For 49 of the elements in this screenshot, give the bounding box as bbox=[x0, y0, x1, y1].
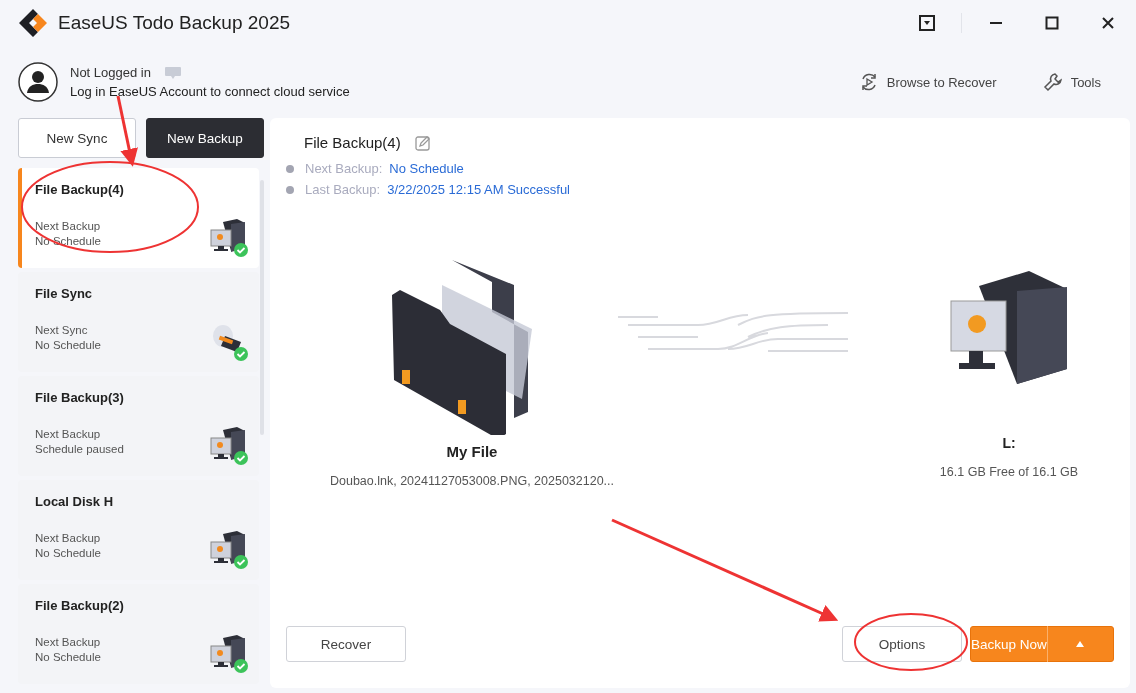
schedule-label: Next Backup bbox=[35, 219, 102, 234]
computer-icon bbox=[209, 426, 249, 466]
info-label: Last Backup: bbox=[305, 182, 381, 197]
tools-button[interactable]: Tools bbox=[1042, 72, 1101, 92]
source-name: My File bbox=[446, 443, 498, 460]
close-icon[interactable] bbox=[1101, 16, 1115, 30]
recover-button[interactable]: Recover bbox=[286, 626, 406, 662]
wrench-icon bbox=[1042, 72, 1063, 92]
app-logo-icon bbox=[18, 8, 48, 38]
computer-icon bbox=[209, 530, 249, 570]
annotation-arrow bbox=[116, 95, 138, 167]
caret-icon[interactable] bbox=[1075, 640, 1086, 648]
source-files: Doubao.lnk, 20241127053008.PNG, 2025032120... bbox=[330, 474, 614, 488]
bullet-icon bbox=[286, 164, 294, 173]
schedule-status: No Schedule bbox=[35, 234, 102, 249]
avatar-icon[interactable] bbox=[18, 62, 58, 102]
target-space: 16.1 GB Free of 16.1 GB bbox=[939, 465, 1079, 479]
target-name: L: bbox=[1002, 435, 1016, 451]
task-title: Local Disk H bbox=[35, 494, 115, 509]
new-backup-button[interactable]: New Backup bbox=[146, 118, 264, 158]
maximize-icon[interactable] bbox=[1045, 16, 1059, 30]
schedule-label: Next Backup bbox=[35, 531, 102, 546]
info-value: 3/22/2025 12:15 AM Successful bbox=[387, 182, 570, 197]
schedule-label: Next Backup bbox=[35, 635, 102, 650]
task-title: File Sync bbox=[35, 286, 94, 301]
schedule-status: No Schedule bbox=[35, 546, 102, 561]
info-value: No Schedule bbox=[389, 161, 464, 176]
info-label: Next Backup: bbox=[305, 161, 383, 176]
schedule-status: Schedule paused bbox=[35, 442, 125, 457]
task-title: File Backup(2) bbox=[35, 598, 125, 613]
dropdown-icon[interactable] bbox=[919, 15, 935, 31]
task-title: File Backup(3) bbox=[35, 390, 125, 405]
schedule-label: Next Backup bbox=[35, 427, 102, 442]
edit-icon[interactable] bbox=[414, 134, 431, 151]
computer-icon bbox=[209, 634, 249, 674]
task-title: File Backup(4) bbox=[304, 134, 401, 151]
computer-icon bbox=[209, 218, 249, 258]
bullet-icon bbox=[286, 185, 294, 194]
schedule-status: No Schedule bbox=[35, 338, 102, 353]
task-title: File Backup(4) bbox=[35, 182, 125, 197]
browse-to-recover-button[interactable]: Browse to Recover bbox=[858, 72, 997, 92]
login-status: Not Logged in bbox=[70, 64, 151, 82]
window-title: EaseUS Todo Backup 2025 bbox=[58, 12, 292, 34]
task-card[interactable]: File Backup(4) Next Backup No Schedule bbox=[18, 168, 259, 268]
login-hint: Log in EaseUS Account to connect cloud service bbox=[70, 84, 350, 99]
schedule-label: Next Sync bbox=[35, 323, 89, 338]
schedule-status: No Schedule bbox=[35, 650, 102, 665]
options-button[interactable]: Options bbox=[842, 626, 962, 662]
new-sync-button[interactable]: New Sync bbox=[18, 118, 136, 158]
